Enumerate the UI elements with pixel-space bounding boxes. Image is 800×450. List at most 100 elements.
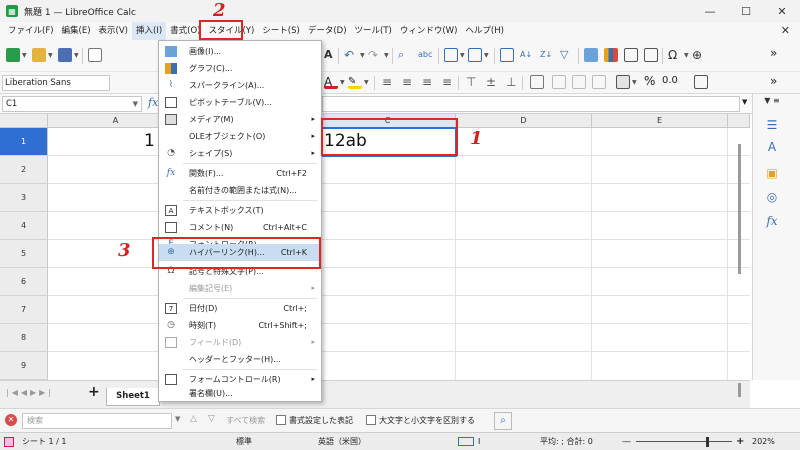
chevron-down-icon[interactable]: ▼: [484, 52, 489, 59]
page-style[interactable]: 標準: [236, 433, 252, 450]
close-window-button[interactable]: ✕: [764, 0, 800, 22]
toolbar-overflow-icon[interactable]: »: [770, 74, 777, 88]
vertical-scrollbar[interactable]: [738, 144, 741, 274]
row-header-1[interactable]: 1: [0, 128, 48, 156]
sidebar-menu-icon[interactable]: ▼ ≡: [763, 96, 781, 112]
wrap-text-icon[interactable]: [530, 75, 544, 89]
chevron-down-icon[interactable]: ▼: [460, 52, 465, 59]
menu-item-header-footer[interactable]: ヘッダーとフッター(H)...: [159, 351, 321, 368]
menu-data[interactable]: データ(D): [304, 22, 351, 40]
menu-item-field[interactable]: フィールド(D) ▸: [159, 334, 321, 351]
insert-chart-icon[interactable]: [604, 48, 618, 62]
menu-item-function[interactable]: fx 関数(F)... Ctrl+F2: [159, 165, 321, 182]
menu-item-ole-object[interactable]: OLEオブジェクト(O) ▸: [159, 128, 321, 145]
chevron-down-icon[interactable]: ▼: [48, 52, 53, 59]
redo-icon[interactable]: ↷: [368, 48, 382, 62]
chevron-down-icon[interactable]: ▼: [22, 52, 27, 59]
add-sheet-button[interactable]: +: [88, 384, 100, 400]
pivot-table-icon[interactable]: [624, 48, 638, 62]
function-wizard-icon[interactable]: fx: [148, 96, 158, 109]
row-header-3[interactable]: 3: [0, 184, 48, 212]
chevron-down-icon[interactable]: ▼: [340, 79, 345, 86]
chevron-down-icon[interactable]: ▼: [632, 79, 637, 86]
menu-window[interactable]: ウィンドウ(W): [396, 22, 462, 40]
close-find-bar-icon[interactable]: ✕: [5, 414, 17, 426]
formula-input[interactable]: [322, 96, 740, 112]
export-pdf-icon[interactable]: [88, 48, 102, 62]
find-replace-dialog-icon[interactable]: ⌕: [494, 412, 512, 430]
menu-help[interactable]: ヘルプ(H): [461, 22, 508, 40]
menu-sheet[interactable]: シート(S): [258, 22, 304, 40]
merge-center-icon[interactable]: [572, 75, 586, 89]
percent-format-button[interactable]: %: [644, 74, 655, 88]
formatted-display-checkbox[interactable]: [276, 415, 286, 425]
language[interactable]: 英語（米国）: [318, 433, 366, 450]
special-character-icon[interactable]: Ω: [668, 48, 682, 62]
justify-icon[interactable]: ≡: [442, 75, 456, 89]
align-top-icon[interactable]: ⊤: [466, 75, 480, 89]
menu-item-pivot-table[interactable]: ピボットテーブル(V)...: [159, 94, 321, 111]
new-document-icon[interactable]: [6, 48, 20, 62]
zoom-level[interactable]: 202%: [752, 433, 775, 450]
navigator-icon[interactable]: ◎: [763, 190, 781, 206]
properties-icon[interactable]: ☰: [763, 118, 781, 134]
cell-a1[interactable]: 1: [144, 131, 155, 151]
sort-descending-icon[interactable]: Z↓: [540, 48, 554, 62]
hyperlink-toolbar-icon[interactable]: ⊕: [692, 48, 706, 62]
functions-icon[interactable]: fx: [763, 214, 781, 230]
open-folder-icon[interactable]: [32, 48, 46, 62]
font-name-box[interactable]: Liberation Sans: [2, 75, 110, 91]
chevron-down-icon[interactable]: ▼: [133, 97, 138, 111]
row-header-7[interactable]: 7: [0, 296, 48, 324]
find-all-button[interactable]: すべて検索: [226, 415, 265, 426]
styles-icon[interactable]: A: [763, 140, 781, 156]
align-bottom-icon[interactable]: ⊥: [506, 75, 520, 89]
zoom-out-button[interactable]: —: [622, 433, 631, 450]
insert-image-icon[interactable]: [584, 48, 598, 62]
menu-item-sparkline[interactable]: ⌇ スパークライン(A)...: [159, 77, 321, 94]
menu-item-image[interactable]: 画像(I)...: [159, 43, 321, 60]
maximize-button[interactable]: ☐: [728, 0, 764, 22]
menu-item-comment[interactable]: コメント(N) Ctrl+Alt+C: [159, 219, 321, 236]
column-header-e[interactable]: E: [592, 114, 728, 128]
row-icon[interactable]: [444, 48, 458, 62]
column-icon[interactable]: [468, 48, 482, 62]
zoom-slider[interactable]: [636, 441, 732, 442]
menu-edit[interactable]: 編集(E): [58, 22, 95, 40]
selection-mode-icon[interactable]: [458, 437, 474, 446]
date-format-icon[interactable]: [694, 75, 708, 89]
minimize-button[interactable]: —: [692, 0, 728, 22]
clone-formatting-icon[interactable]: A: [324, 48, 338, 62]
insert-mode-icon[interactable]: I: [478, 433, 480, 450]
match-case-checkbox[interactable]: [366, 415, 376, 425]
document-modified-icon[interactable]: [4, 437, 14, 447]
menu-view[interactable]: 表示(V): [95, 22, 132, 40]
sort-ascending-icon[interactable]: A↓: [520, 48, 534, 62]
undo-icon[interactable]: ↶: [344, 48, 358, 62]
menu-file[interactable]: ファイル(F): [4, 22, 58, 40]
chevron-down-icon[interactable]: ▼: [360, 52, 365, 59]
spelling-icon[interactable]: abc: [418, 48, 432, 62]
save-icon[interactable]: [58, 48, 72, 62]
center-vertically-icon[interactable]: ±: [486, 75, 500, 89]
chevron-down-icon[interactable]: ▼: [384, 52, 389, 59]
row-header-2[interactable]: 2: [0, 156, 48, 184]
tab-navigation-arrows[interactable]: |◀◀▶▶|: [6, 388, 54, 397]
find-previous-icon[interactable]: △: [190, 414, 197, 424]
menu-insert[interactable]: 挿入(I): [132, 22, 167, 40]
align-center-icon[interactable]: ≡: [402, 75, 416, 89]
horizontal-scrollbar[interactable]: [738, 383, 741, 397]
close-document-button[interactable]: ✕: [781, 22, 790, 40]
highlight-color-icon[interactable]: ✎: [348, 75, 362, 89]
pivot-icon[interactable]: [644, 48, 658, 62]
row-header-9[interactable]: 9: [0, 352, 48, 380]
sort-icon[interactable]: [500, 48, 514, 62]
menu-item-signature-line[interactable]: 署名欄(U)...: [159, 385, 321, 402]
menu-item-formatting-mark[interactable]: 編集記号(E) ▸: [159, 280, 321, 297]
chevron-down-icon[interactable]: ▼: [175, 415, 180, 423]
row-header-4[interactable]: 4: [0, 212, 48, 240]
decimal-format-button[interactable]: 0.0: [662, 75, 678, 86]
sheet-position[interactable]: シート 1 / 1: [22, 433, 67, 450]
row-header-6[interactable]: 6: [0, 268, 48, 296]
align-right-icon[interactable]: ≡: [422, 75, 436, 89]
